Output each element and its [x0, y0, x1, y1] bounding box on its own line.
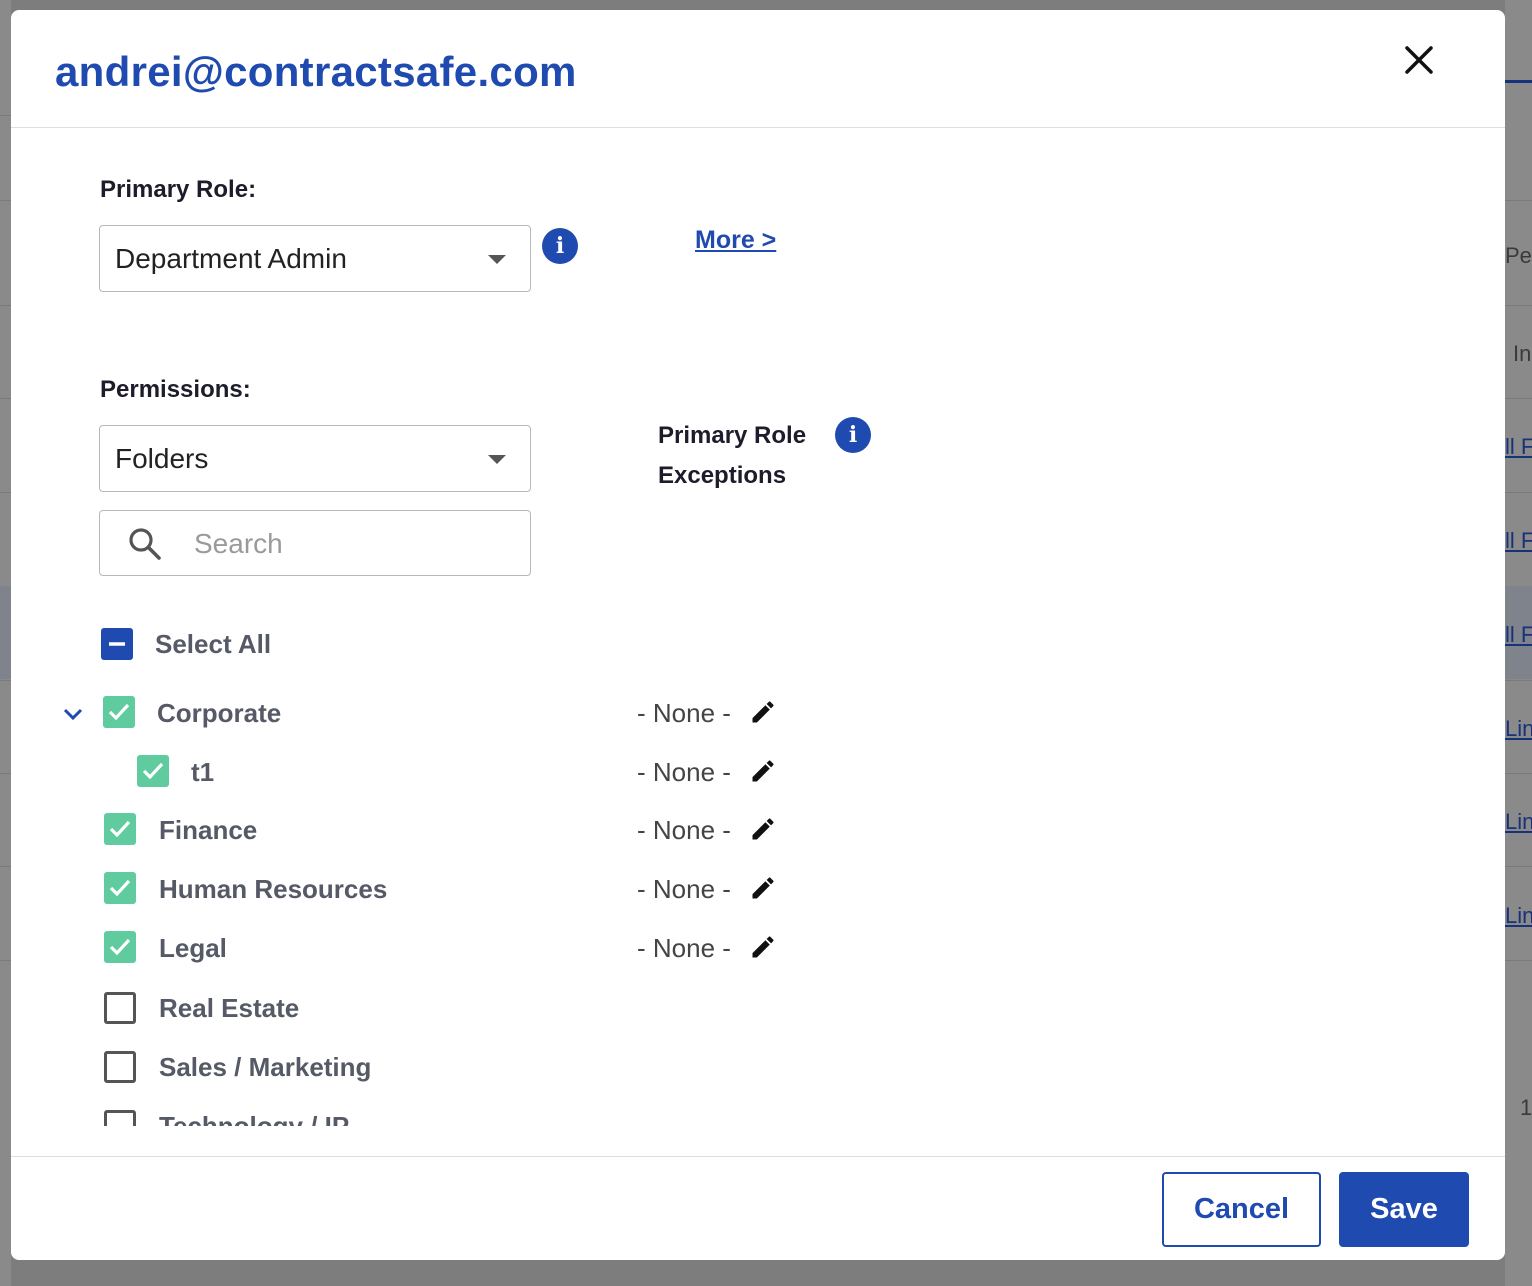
- bg-link: ll F: [1505, 434, 1532, 459]
- check-icon: [109, 938, 131, 956]
- caret-down-icon: [488, 255, 506, 264]
- close-button[interactable]: [1401, 42, 1437, 78]
- primary-role-select[interactable]: Department Admin: [99, 225, 531, 292]
- user-permissions-modal: andrei@contractsafe.com Primary Role: De…: [11, 10, 1505, 1260]
- folder-checkbox-human-resources[interactable]: [104, 872, 136, 904]
- caret-down-icon: [488, 455, 506, 464]
- select-all-checkbox[interactable]: [101, 628, 133, 660]
- folder-label: Finance: [159, 815, 258, 845]
- folder-label: Human Resources: [159, 874, 388, 904]
- folder-label: t1: [191, 757, 215, 787]
- check-icon: [142, 762, 164, 780]
- bg-link: Lin: [1505, 716, 1532, 741]
- folder-checkbox-real-estate[interactable]: [104, 992, 136, 1024]
- pencil-icon[interactable]: [749, 874, 777, 902]
- exception-value: - None -: [637, 815, 731, 845]
- folder-checkbox-finance[interactable]: [104, 813, 136, 845]
- modal-footer: Cancel Save: [11, 1156, 1505, 1260]
- modal-header: andrei@contractsafe.com: [11, 10, 1505, 128]
- exception-value: - None -: [637, 757, 731, 787]
- check-icon: [109, 879, 131, 897]
- search-input[interactable]: [194, 525, 514, 563]
- primary-role-exceptions-label: Primary Role Exceptions: [658, 416, 806, 496]
- close-icon: [1405, 46, 1433, 74]
- info-icon[interactable]: i: [542, 228, 578, 264]
- folder-label: Legal: [159, 933, 227, 963]
- save-button[interactable]: Save: [1339, 1172, 1469, 1247]
- pencil-icon[interactable]: [749, 815, 777, 843]
- pencil-icon[interactable]: [749, 757, 777, 785]
- exceptions-label-line1: Primary Role: [658, 422, 807, 449]
- check-icon: [109, 820, 131, 838]
- modal-title: andrei@contractsafe.com: [55, 48, 577, 95]
- bg-link: Lin: [1505, 809, 1532, 834]
- chevron-down-icon[interactable]: [61, 702, 85, 726]
- check-icon: [108, 703, 130, 721]
- bg-fragment: In: [1513, 341, 1532, 366]
- search-field[interactable]: [99, 510, 531, 576]
- folder-list: Select All Corporate - None - t1 - None …: [11, 610, 1505, 1126]
- bg-link: ll F: [1505, 528, 1532, 553]
- permissions-select[interactable]: Folders: [99, 425, 531, 492]
- folder-checkbox-t1[interactable]: [137, 755, 169, 787]
- pencil-icon[interactable]: [749, 698, 777, 726]
- folder-checkbox-corporate[interactable]: [103, 696, 135, 728]
- minus-icon: [109, 642, 125, 646]
- bg-fragment: Pe: [1505, 243, 1532, 268]
- more-link[interactable]: More >: [695, 226, 776, 255]
- info-icon[interactable]: i: [835, 417, 871, 453]
- exception-value: - None -: [637, 874, 731, 904]
- pencil-icon[interactable]: [749, 933, 777, 961]
- permissions-label: Permissions:: [100, 376, 251, 403]
- select-all-label: Select All: [155, 629, 272, 659]
- folder-label: Technology / IP: [159, 1111, 350, 1126]
- cancel-button[interactable]: Cancel: [1162, 1172, 1321, 1247]
- primary-role-label: Primary Role:: [100, 176, 257, 203]
- search-icon: [129, 528, 161, 560]
- exceptions-label-line2: Exceptions: [658, 462, 787, 489]
- bg-link: Lin: [1505, 903, 1532, 928]
- permissions-value: Folders: [115, 443, 209, 474]
- bg-link: ll F: [1505, 622, 1532, 647]
- folder-label: Corporate: [157, 698, 282, 728]
- primary-role-value: Department Admin: [115, 243, 347, 274]
- folder-label: Sales / Marketing: [159, 1052, 372, 1082]
- background-left-strip: [0, 0, 11, 1286]
- folder-label: Real Estate: [159, 993, 300, 1023]
- exception-value: - None -: [637, 933, 731, 963]
- folder-checkbox-legal[interactable]: [104, 931, 136, 963]
- folder-checkbox-technology-ip[interactable]: [104, 1110, 136, 1126]
- exception-value: - None -: [637, 698, 731, 728]
- folder-checkbox-sales-marketing[interactable]: [104, 1051, 136, 1083]
- bg-fragment: 1: [1520, 1095, 1532, 1120]
- background-right-strip: Pe In ll F ll F ll F Lin Lin Lin 1: [1505, 0, 1532, 1286]
